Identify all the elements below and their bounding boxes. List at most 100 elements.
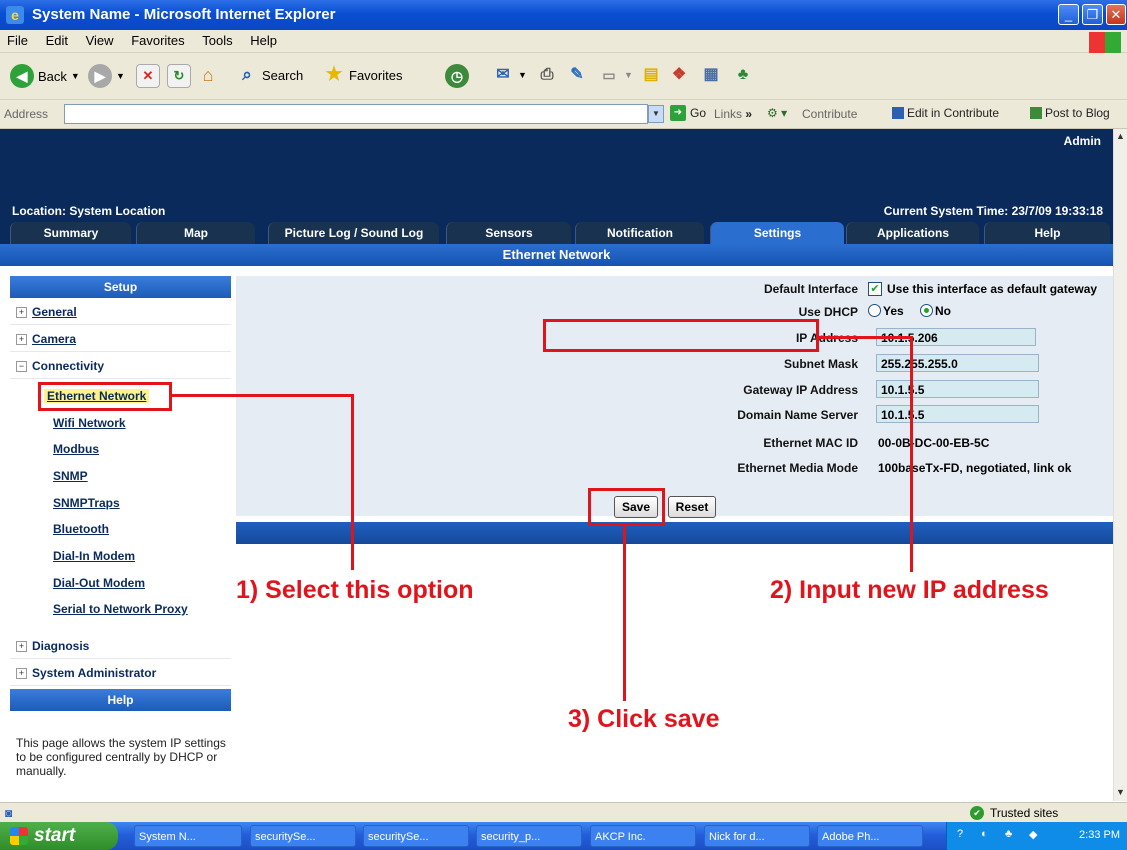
post-to-blog-button[interactable]: Post to Blog xyxy=(1030,106,1110,120)
stop-button[interactable]: ✕ xyxy=(136,64,160,88)
menu-tools[interactable]: Tools xyxy=(195,30,239,51)
messenger-tray-icon[interactable]: ♣ xyxy=(1005,828,1012,840)
taskbar-item[interactable]: Adobe Ph... xyxy=(817,825,923,847)
app-header: Admin Location: System Location Current … xyxy=(0,129,1113,225)
ie-icon: e xyxy=(6,6,24,24)
scroll-up-icon[interactable]: ▲ xyxy=(1116,131,1125,141)
address-label: Address xyxy=(4,107,49,121)
tab-sensors[interactable]: Sensors xyxy=(446,222,571,244)
sidebar-item-modbus[interactable]: Modbus xyxy=(53,442,99,456)
volume-tray-icon[interactable]: ◆ xyxy=(1029,828,1037,841)
tools-button[interactable]: ▦ xyxy=(700,64,722,86)
system-time: Current System Time: 23/7/09 19:33:18 xyxy=(883,204,1103,218)
back-dropdown-icon[interactable]: ▼ xyxy=(71,71,80,81)
page-title: Ethernet Network xyxy=(0,244,1113,266)
default-interface-checkbox[interactable]: ✔ xyxy=(868,282,882,296)
vertical-scrollbar[interactable]: ▲ ▼ xyxy=(1113,129,1127,801)
sidebar-item-snmp[interactable]: SNMP xyxy=(53,469,88,483)
sidebar-item-camera[interactable]: + Camera xyxy=(10,327,231,352)
restore-button[interactable]: ❐ xyxy=(1082,4,1103,25)
taskbar-item[interactable]: security_p... xyxy=(476,825,582,847)
research-button[interactable]: ❖ xyxy=(668,64,690,86)
menu-view[interactable]: View xyxy=(79,30,121,51)
scroll-down-icon[interactable]: ▼ xyxy=(1116,787,1125,797)
home-button[interactable]: ⌂ xyxy=(197,64,219,86)
edit-in-contribute-button[interactable]: Edit in Contribute xyxy=(892,106,999,120)
subnet-mask-input[interactable]: 255.255.255.0 xyxy=(876,354,1039,372)
menu-edit[interactable]: Edit xyxy=(39,30,75,51)
sidebar-item-system-administrator[interactable]: + System Administrator xyxy=(10,661,231,686)
go-button[interactable]: ➜ Go xyxy=(670,105,706,121)
tab-settings[interactable]: Settings xyxy=(710,222,844,244)
tab-applications[interactable]: Applications xyxy=(846,222,979,244)
dhcp-no-radio[interactable] xyxy=(920,304,933,317)
mail-dropdown-icon[interactable]: ▼ xyxy=(518,70,527,80)
tab-picture-log[interactable]: Picture Log / Sound Log xyxy=(268,222,439,244)
blog-icon xyxy=(1030,107,1042,119)
dns-input[interactable]: 10.1.5.5 xyxy=(876,405,1039,423)
sidebar-item-diagnosis[interactable]: + Diagnosis xyxy=(10,634,231,659)
sidebar-item-snmptraps[interactable]: SNMPTraps xyxy=(53,496,120,510)
taskbar-item[interactable]: Nick for d... xyxy=(704,825,810,847)
tab-map[interactable]: Map xyxy=(136,222,255,244)
windows-flag-icon xyxy=(10,827,28,845)
discuss-button[interactable]: ▭ ▼ xyxy=(598,64,633,86)
forward-dropdown-icon[interactable]: ▼ xyxy=(116,71,125,81)
taskbar-item[interactable]: AKCP Inc. xyxy=(590,825,696,847)
expand-icon: + xyxy=(16,307,27,319)
address-input[interactable] xyxy=(64,104,648,124)
forward-button[interactable]: ▶ ▼ xyxy=(88,64,125,88)
dns-label: Domain Name Server xyxy=(737,408,858,422)
back-button[interactable]: ◀ Back ▼ xyxy=(10,64,80,88)
taskbar-item[interactable]: securitySe... xyxy=(250,825,356,847)
taskbar-item[interactable]: System N... xyxy=(134,825,242,847)
back-arrow-icon: ◀ xyxy=(10,64,34,88)
edit-button[interactable]: ✎ xyxy=(566,64,588,86)
messenger-button[interactable]: ♣ xyxy=(732,64,754,86)
sidebar-item-dial-out-modem[interactable]: Dial-Out Modem xyxy=(53,576,145,590)
links-button[interactable]: Links » xyxy=(714,107,752,121)
sidebar-item-general[interactable]: + General xyxy=(10,300,231,325)
contribute-button[interactable]: Contribute xyxy=(802,107,857,121)
contribute-toolbar-icon[interactable]: ⚙ ▾ xyxy=(767,106,787,120)
sidebar-item-wifi-network[interactable]: Wifi Network xyxy=(53,416,126,430)
dhcp-yes-radio[interactable] xyxy=(868,304,881,317)
annotation-step3: 3) Click save xyxy=(568,705,720,733)
tab-summary[interactable]: Summary xyxy=(10,222,131,244)
refresh-button[interactable]: ↻ xyxy=(167,64,191,88)
window-titlebar: e System Name - Microsoft Internet Explo… xyxy=(0,0,1127,30)
address-dropdown-icon[interactable]: ▼ xyxy=(648,105,664,123)
close-button[interactable]: ✕ xyxy=(1106,4,1126,25)
sidebar-item-dial-in-modem[interactable]: Dial-In Modem xyxy=(53,549,135,563)
reset-button[interactable]: Reset xyxy=(668,496,716,518)
network-tray-icon[interactable]: ◐ xyxy=(981,828,988,840)
folder-button[interactable]: ▤ xyxy=(640,64,662,86)
ethernet-form: Default Interface ✔ Use this interface a… xyxy=(236,276,1113,518)
print-button[interactable]: ⎙ xyxy=(536,64,558,86)
user-name: Admin xyxy=(1063,134,1101,148)
mail-button[interactable]: ✉ ▼ xyxy=(492,64,527,86)
sidebar-item-bluetooth[interactable]: Bluetooth xyxy=(53,522,109,536)
sidebar-item-serial-proxy[interactable]: Serial to Network Proxy xyxy=(53,602,188,616)
discuss-dropdown-icon[interactable]: ▼ xyxy=(624,70,633,80)
mac-row: Ethernet MAC ID 00-0B-DC-00-EB-5C xyxy=(236,433,1113,453)
menu-help[interactable]: Help xyxy=(243,30,284,51)
annotation-line xyxy=(623,526,626,701)
search-button[interactable]: ⌕ Search xyxy=(236,64,303,86)
help-tray-icon[interactable]: ? xyxy=(957,828,963,840)
tab-help[interactable]: Help xyxy=(984,222,1110,244)
menu-file[interactable]: File xyxy=(0,30,35,51)
gateway-input[interactable]: 10.1.5.5 xyxy=(876,380,1039,398)
minimize-button[interactable]: _ xyxy=(1058,4,1079,25)
sidebar-item-label: System Administrator xyxy=(32,666,157,680)
trusted-sites-icon: ✔ xyxy=(970,806,984,820)
start-button[interactable]: start xyxy=(0,822,118,850)
menu-favorites[interactable]: Favorites xyxy=(124,30,191,51)
sidebar-item-connectivity[interactable]: − Connectivity xyxy=(10,354,231,379)
taskbar-item[interactable]: securitySe... xyxy=(363,825,469,847)
history-button[interactable]: ◷ xyxy=(445,64,469,88)
sidebar-item-label: Diagnosis xyxy=(32,639,90,653)
setup-title: Setup xyxy=(10,276,231,298)
tab-notification[interactable]: Notification xyxy=(575,222,704,244)
favorites-button[interactable]: ★ Favorites xyxy=(323,64,402,86)
